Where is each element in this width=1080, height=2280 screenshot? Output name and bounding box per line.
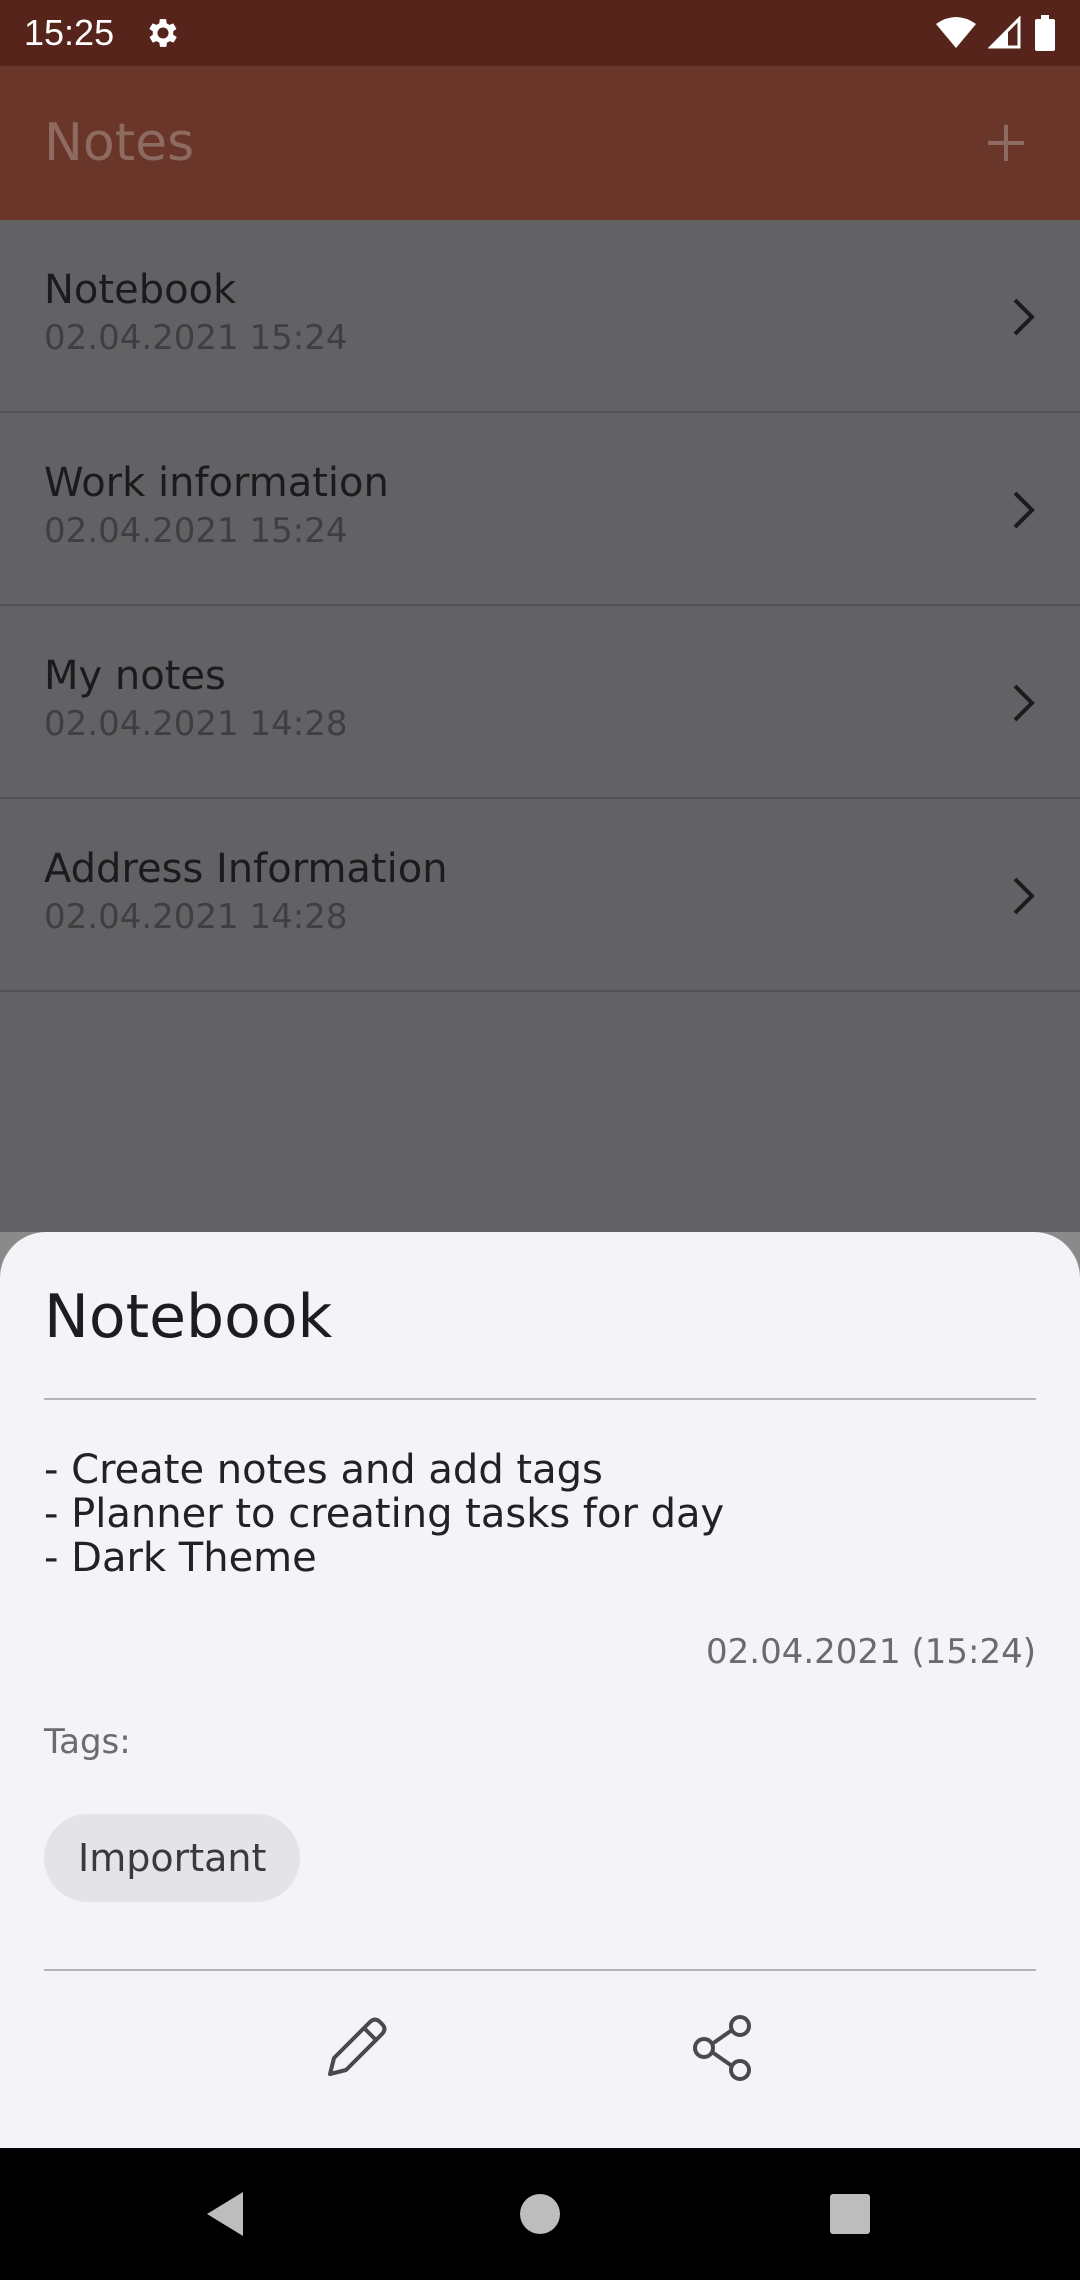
gear-icon	[149, 19, 177, 47]
note-detail-sheet: Notebook - Create notes and add tags - P…	[0, 1232, 1080, 2148]
divider	[44, 1398, 1036, 1400]
note-title: My notes	[44, 653, 226, 699]
chevron-right-icon	[1013, 298, 1035, 336]
wifi-icon	[936, 17, 976, 48]
note-date: 02.04.2021 15:24	[44, 511, 348, 551]
edit-icon	[328, 2017, 387, 2076]
recents-icon	[830, 2194, 870, 2234]
recents-button[interactable]	[818, 2182, 882, 2246]
note-title: Work information	[44, 460, 389, 506]
home-icon	[520, 2194, 560, 2234]
note-timestamp: 02.04.2021 (15:24)	[706, 1632, 1036, 1672]
list-item[interactable]: Address Information 02.04.2021 14:28	[0, 799, 1080, 992]
chevron-right-icon	[1013, 877, 1035, 915]
chevron-right-icon	[1013, 684, 1035, 722]
note-date: 02.04.2021 15:24	[44, 318, 348, 358]
note-body-line: - Dark Theme	[44, 1535, 317, 1581]
note-date: 02.04.2021 14:28	[44, 704, 348, 744]
chevron-right-icon	[1013, 491, 1035, 529]
list-item[interactable]: Notebook 02.04.2021 15:24	[0, 220, 1080, 413]
divider	[44, 1969, 1036, 1971]
list-item[interactable]: Work information 02.04.2021 15:24	[0, 413, 1080, 606]
system-nav-bar	[0, 2148, 1080, 2280]
list-item[interactable]: My notes 02.04.2021 14:28	[0, 606, 1080, 799]
notes-list: Notebook 02.04.2021 15:24 Work informati…	[0, 220, 1080, 1232]
back-button[interactable]	[193, 2182, 257, 2246]
status-bar: 15:25	[0, 0, 1080, 66]
share-button[interactable]	[682, 2006, 766, 2090]
tags-label: Tags:	[44, 1722, 131, 1762]
edit-button[interactable]	[314, 2006, 398, 2090]
back-icon	[207, 2192, 243, 2236]
note-title: Notebook	[44, 267, 237, 313]
app-bar: Notes	[0, 66, 1080, 220]
add-note-button[interactable]	[976, 113, 1036, 173]
battery-icon	[1035, 15, 1055, 51]
note-date: 02.04.2021 14:28	[44, 897, 348, 937]
tag-chip[interactable]: Important	[44, 1814, 301, 1902]
app-title: Notes	[44, 113, 195, 173]
note-body-line: - Create notes and add tags	[44, 1447, 603, 1493]
note-body: - Create notes and add tags - Planner to…	[44, 1448, 1036, 1580]
signal-icon	[988, 16, 1021, 49]
status-time: 15:25	[24, 12, 115, 53]
note-body-line: - Planner to creating tasks for day	[44, 1491, 725, 1537]
note-title: Address Information	[44, 846, 448, 892]
plus-icon	[988, 125, 1024, 161]
share-icon	[693, 2015, 751, 2081]
sheet-title: Notebook	[44, 1282, 333, 1352]
home-button[interactable]	[508, 2182, 572, 2246]
